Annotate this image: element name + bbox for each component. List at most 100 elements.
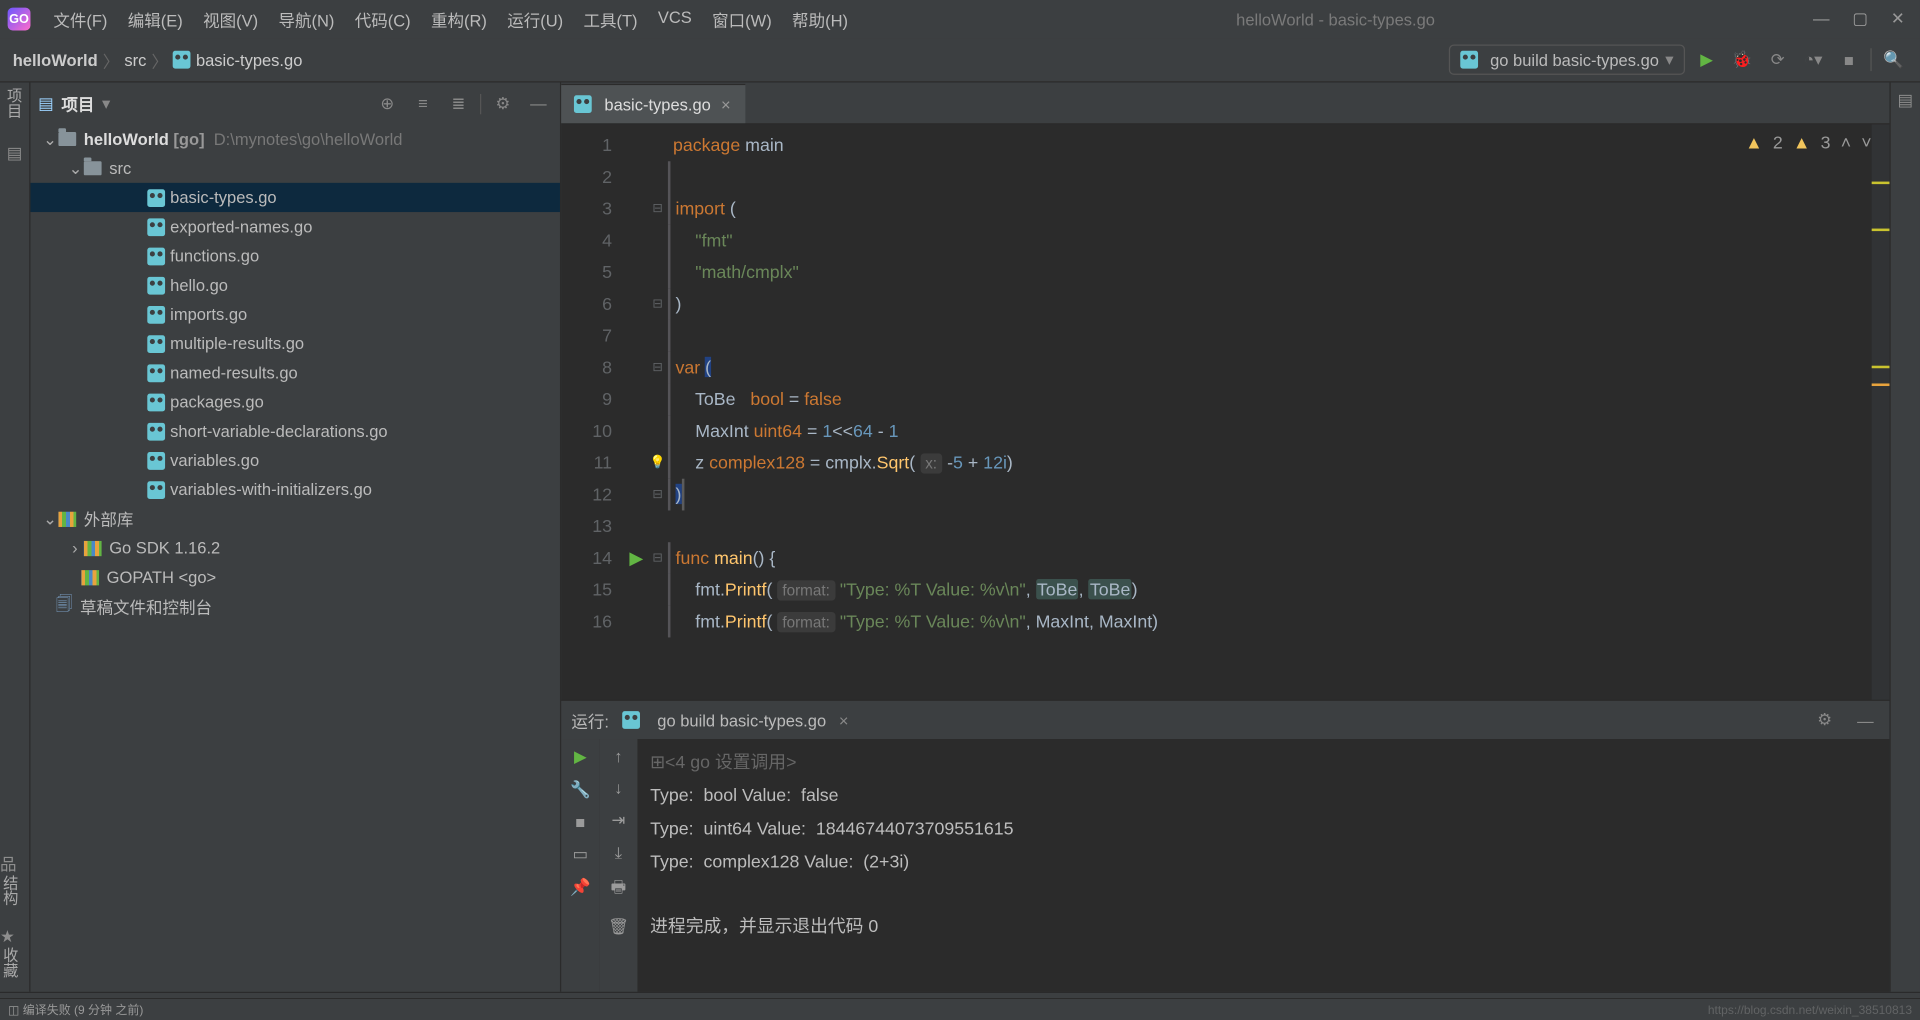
menu-item[interactable]: 文件(F) [43,2,117,36]
status-icon[interactable]: ◫ [8,1003,19,1017]
chevron-down-icon: ⌄ [69,158,82,178]
menu-item[interactable]: 导航(N) [268,2,344,36]
rerun-icon[interactable]: ▶ [574,747,587,767]
left-toolwindow-stripe: 项目 ▤ 品 结构 ★ 收藏 [0,83,30,992]
tree-file[interactable]: imports.go [30,300,560,329]
tree-file[interactable]: short-variable-declarations.go [30,416,560,445]
expand-all-icon[interactable]: ≡ [409,90,437,118]
editor-tab-label: basic-types.go [604,95,710,114]
tree-file[interactable]: hello.go [30,270,560,299]
library-icon [58,511,76,526]
bookmarks-icon[interactable]: ▤ [7,143,23,163]
settings-icon[interactable]: ⚙ [489,90,517,118]
close-run-tab-icon[interactable]: × [839,710,849,729]
go-file-icon [147,189,165,207]
tree-root[interactable]: ⌄ helloWorld [go] D:\mynotes\go\helloWor… [30,124,560,153]
crumb-src[interactable]: src [124,50,146,69]
tree-scratches[interactable]: 🗐 草稿文件和控制台 [30,592,560,621]
locate-icon[interactable]: ⊕ [373,90,401,118]
go-file-icon [574,95,592,113]
project-tool-tab[interactable]: 项目 [4,88,26,118]
menu-item[interactable]: 运行(U) [497,2,573,36]
tree-file[interactable]: variables-with-initializers.go [30,475,560,504]
favorites-tool-tab[interactable]: ★ 收藏 [0,927,29,982]
tree-file[interactable]: named-results.go [30,358,560,387]
maximize-icon[interactable]: ▢ [1852,9,1868,29]
print-icon[interactable]: 🖶 [611,876,627,904]
coverage-icon[interactable]: ⟳ [1764,46,1792,74]
tree-file[interactable]: exported-names.go [30,212,560,241]
menu-item[interactable]: 代码(C) [345,2,421,36]
go-file-icon [147,335,165,353]
run-icon[interactable]: ▶ [1693,46,1721,74]
code-editor[interactable]: 12345678910111213141516 ▶ ⊟⊟⊟ 💡 ⊟⊟ packa… [561,124,1889,699]
close-tab-icon[interactable]: × [718,95,733,114]
tree-file[interactable]: basic-types.go [30,183,560,212]
library-icon [81,570,99,585]
menu-item[interactable]: 编辑(E) [118,2,193,36]
stop-icon[interactable]: ■ [575,813,585,832]
pin-icon[interactable]: 📌 [570,877,591,897]
run-toolbar-left: ▶ 🔧 ■ ▭ 📌 [561,739,599,992]
clear-icon[interactable]: 🗑 [608,917,629,937]
chevron-down-icon: ▾ [1665,50,1673,70]
menu-item[interactable]: 窗口(W) [702,2,782,36]
warning-icon: ▲ [1793,132,1811,152]
run-panel-title: 运行: [571,708,609,732]
collapse-all-icon[interactable]: ≣ [444,90,472,118]
menu-item[interactable]: 视图(V) [193,2,268,36]
search-icon[interactable]: 🔍 [1879,46,1907,74]
tree-folder-src[interactable]: ⌄ src [30,154,560,183]
structure-tool-tab[interactable]: 品 结构 [0,851,29,909]
tree-file[interactable]: multiple-results.go [30,329,560,358]
database-tool-icon[interactable]: ▤ [1898,90,1914,110]
prev-highlight-icon[interactable]: ˄ [1841,132,1851,152]
folder-icon [84,161,102,175]
tree-go-sdk[interactable]: › Go SDK 1.16.2 [30,533,560,562]
editor-tab[interactable]: basic-types.go × [561,84,746,123]
hide-panel-icon[interactable]: — [524,90,552,118]
chevron-down-icon[interactable]: ▾ [102,93,110,113]
layout-icon[interactable]: ▭ [572,844,588,864]
stop-icon[interactable]: ■ [1835,46,1863,74]
menu-item[interactable]: 重构(R) [421,2,497,36]
go-file-icon [147,451,165,469]
run-output[interactable]: ⊞<4 go 设置调用> Type: bool Value: false Typ… [637,739,1889,992]
crumb-project[interactable]: helloWorld [13,50,98,69]
code-content[interactable]: package main import ( "fmt" "math/cmplx"… [668,124,1872,699]
hide-run-icon[interactable]: — [1851,706,1879,734]
next-highlight-icon[interactable]: ˅ [1861,132,1871,152]
project-tree[interactable]: ⌄ helloWorld [go] D:\mynotes\go\helloWor… [30,124,560,991]
minimize-icon[interactable]: — [1813,9,1830,29]
run-config-selector[interactable]: go build basic-types.go ▾ [1449,44,1685,74]
tree-gopath[interactable]: GOPATH <go> [30,563,560,592]
menu-item[interactable]: 帮助(H) [782,2,858,36]
error-stripe[interactable] [1872,124,1890,699]
up-icon[interactable]: ↑ [614,747,622,766]
menu-item[interactable]: 工具(T) [573,2,647,36]
tree-file[interactable]: packages.go [30,387,560,416]
tools-icon[interactable]: 🔧 [570,780,591,800]
tree-file[interactable]: functions.go [30,241,560,270]
intention-bulb-icon[interactable]: 💡 [650,456,666,470]
profile-icon[interactable]: ◔▾ [1799,46,1827,74]
debug-icon[interactable]: 🐞 [1728,46,1756,74]
scroll-to-end-icon[interactable]: ⤓ [615,843,622,863]
run-gutter: ▶ [625,124,648,699]
chevron-down-icon: ⌄ [43,129,56,149]
crumb-file[interactable]: basic-types.go [196,50,302,69]
inspection-widget[interactable]: ▲2 ▲3 ˄ ˅ [1745,132,1872,152]
menu-item[interactable]: VCS [648,2,702,36]
tree-file[interactable]: variables.go [30,446,560,475]
editor-column: basic-types.go × 12345678910111213141516… [561,83,1889,992]
run-line-icon[interactable]: ▶ [629,547,643,569]
close-icon[interactable]: ✕ [1891,9,1905,29]
go-file-icon [147,364,165,382]
go-file-icon [622,711,640,729]
go-file-icon [147,218,165,236]
tree-external-libs[interactable]: ⌄ 外部库 [30,504,560,533]
down-icon[interactable]: ↓ [614,778,622,797]
soft-wrap-icon[interactable]: ⇥ [611,810,625,830]
run-settings-icon[interactable]: ⚙ [1811,706,1839,734]
run-panel-tab[interactable]: go build basic-types.go [657,710,826,729]
